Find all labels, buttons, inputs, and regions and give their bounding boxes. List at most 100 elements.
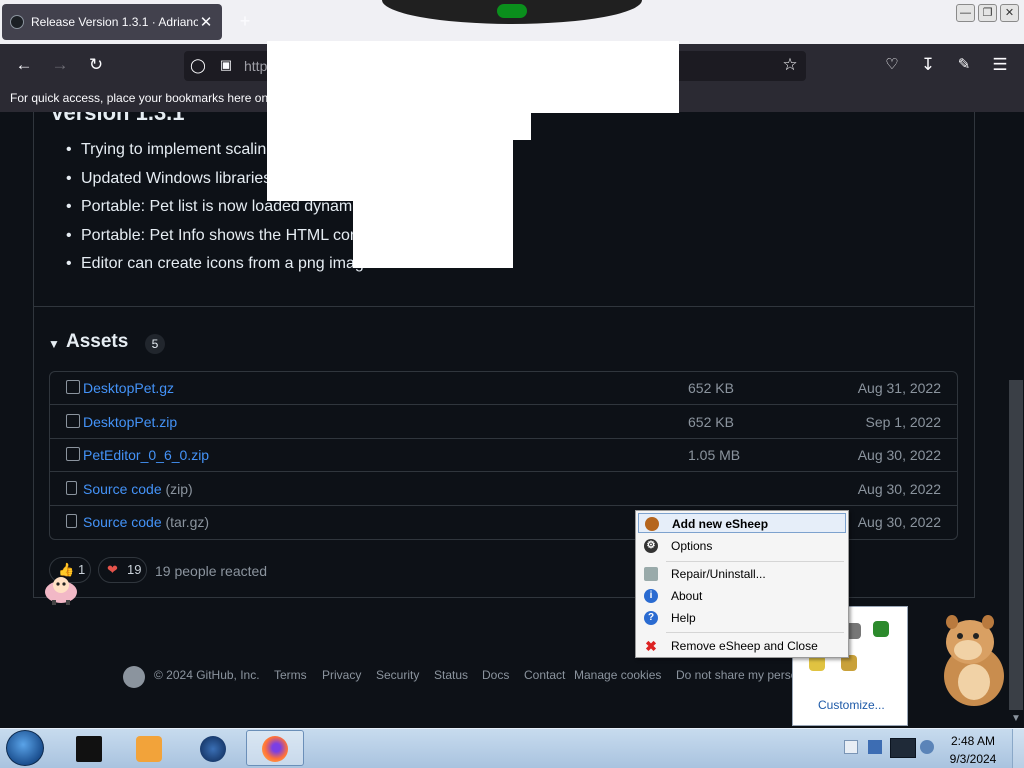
volume-icon[interactable] xyxy=(920,740,934,754)
asset-link[interactable]: PetEditor_0_6_0.zip xyxy=(83,447,209,463)
asset-row: Source code (zip) Aug 30, 2022 xyxy=(50,473,957,506)
menu-item-remove-and-close[interactable]: ✖ Remove eSheep and Close xyxy=(638,636,846,656)
system-tray xyxy=(840,732,938,764)
forward-arrow-icon[interactable]: → xyxy=(48,53,72,77)
shield-icon[interactable]: ◯ xyxy=(186,53,210,77)
hamster-desktop-pet[interactable] xyxy=(930,608,1010,708)
reaction-count: 19 xyxy=(127,562,142,577)
asset-link[interactable]: DesktopPet.gz xyxy=(83,380,174,396)
asset-link[interactable]: Source code (tar.gz) xyxy=(83,514,209,530)
menu-item-help[interactable]: ? Help xyxy=(638,608,846,628)
menu-item-add-new-esheep[interactable]: Add new eSheep xyxy=(638,513,846,533)
bookmarks-hint: For quick access, place your bookmarks h… xyxy=(10,91,275,105)
asset-link[interactable]: DesktopPet.zip xyxy=(83,414,177,430)
menu-item-label: Repair/Uninstall... xyxy=(671,567,766,581)
github-favicon-icon xyxy=(10,15,24,29)
scroll-down-arrow-icon[interactable]: ▼ xyxy=(1008,711,1024,727)
close-window-button[interactable]: ✕ xyxy=(1000,4,1019,22)
asset-row: DesktopPet.zip 652 KB Sep 1, 2022 xyxy=(50,406,957,439)
download-icon[interactable]: ↧ xyxy=(916,53,940,77)
network-icon[interactable] xyxy=(868,740,882,754)
green-gadget-icon xyxy=(497,4,527,18)
show-desktop-button[interactable] xyxy=(1012,729,1024,768)
asset-date: Aug 30, 2022 xyxy=(857,447,941,463)
firefox-icon xyxy=(262,736,288,762)
tab-close-icon[interactable]: ✕ xyxy=(198,13,214,31)
scrollbar-thumb[interactable] xyxy=(1009,380,1023,710)
start-button[interactable] xyxy=(6,730,44,766)
esheep-desktop-pet[interactable] xyxy=(42,572,80,606)
footer-link-do-not-share[interactable]: Do not share my perso xyxy=(676,668,797,682)
package-icon xyxy=(66,447,80,461)
tray-overflow-icon[interactable] xyxy=(844,740,858,754)
release-note-item: Portable: Pet Info shows the HTML com xyxy=(66,227,363,245)
asset-date: Aug 30, 2022 xyxy=(857,481,941,497)
asset-size: 652 KB xyxy=(688,414,734,430)
asset-link[interactable]: Source code (zip) xyxy=(83,481,193,497)
sheep-icon xyxy=(645,517,659,531)
tab-title: Release Version 1.3.1 · Adrianot xyxy=(31,15,198,29)
assets-heading[interactable]: Assets xyxy=(66,331,128,353)
info-icon: i xyxy=(644,589,658,603)
file-zip-icon xyxy=(66,514,77,528)
asset-size: 652 KB xyxy=(688,380,734,396)
caret-down-icon[interactable]: ▼ xyxy=(48,337,60,351)
footer-link-privacy[interactable]: Privacy xyxy=(322,668,361,682)
divider xyxy=(34,306,974,307)
footer-link-terms[interactable]: Terms xyxy=(274,668,307,682)
footer-link-manage-cookies[interactable]: Manage cookies xyxy=(574,668,661,682)
footer-link-status[interactable]: Status xyxy=(434,668,468,682)
reactions-summary: 19 people reacted xyxy=(155,563,268,579)
gear-icon: ⚙ xyxy=(644,539,658,553)
package-icon xyxy=(66,380,80,394)
footer-link-contact[interactable]: Contact xyxy=(524,668,565,682)
menu-item-label: Remove eSheep and Close xyxy=(671,639,818,653)
bookmark-star-icon[interactable]: ☆ xyxy=(778,53,802,77)
redacted-region xyxy=(267,112,531,140)
redacted-region xyxy=(353,200,513,268)
terminal-icon xyxy=(76,736,102,762)
redacted-region xyxy=(267,41,679,113)
menu-item-repair-uninstall[interactable]: Repair/Uninstall... xyxy=(638,564,846,584)
menu-item-about[interactable]: i About xyxy=(638,586,846,606)
clock-date[interactable]: 9/3/2024 xyxy=(940,752,1006,766)
globe-icon xyxy=(200,736,226,762)
reload-icon[interactable]: ↻ xyxy=(84,53,108,77)
browser-tab[interactable]: Release Version 1.3.1 · Adrianot ✕ xyxy=(2,4,222,40)
esheep-tray-icon[interactable] xyxy=(873,621,889,637)
release-heading: Version 1.3.1 xyxy=(50,112,185,125)
menu-item-options[interactable]: ⚙ Options xyxy=(638,536,846,556)
lock-icon[interactable]: ▣ xyxy=(214,53,238,77)
minimize-window-button[interactable]: — xyxy=(956,4,975,22)
red-x-icon: ✖ xyxy=(645,638,657,654)
heart-reaction-button[interactable]: ❤ 19 xyxy=(98,557,147,583)
back-arrow-icon[interactable]: ← xyxy=(12,53,36,77)
menu-hamburger-icon[interactable]: ☰ xyxy=(988,53,1012,77)
package-icon xyxy=(66,414,80,428)
restore-window-button[interactable]: ❐ xyxy=(978,4,997,22)
asset-row: PetEditor_0_6_0.zip 1.05 MB Aug 30, 2022 xyxy=(50,439,957,472)
media-player-icon xyxy=(136,736,162,762)
extensions-icon[interactable]: ✎ xyxy=(952,53,976,77)
github-logo-icon[interactable] xyxy=(123,666,145,688)
menu-separator xyxy=(666,561,844,562)
new-tab-button[interactable]: + xyxy=(234,10,256,32)
menu-item-label: Add new eSheep xyxy=(672,517,769,531)
footer-copyright: © 2024 GitHub, Inc. xyxy=(154,668,260,682)
footer-link-docs[interactable]: Docs xyxy=(482,668,509,682)
menu-item-label: Help xyxy=(671,611,696,625)
heart-icon: ❤ xyxy=(107,562,118,577)
footer-link-security[interactable]: Security xyxy=(376,668,419,682)
action-center-icon[interactable] xyxy=(890,738,916,758)
installer-icon xyxy=(644,567,658,581)
pocket-icon[interactable]: ♡ xyxy=(880,53,904,77)
customize-link[interactable]: Customize... xyxy=(818,698,885,712)
asset-date: Aug 30, 2022 xyxy=(857,514,941,530)
url-text[interactable]: http xyxy=(244,58,267,74)
file-zip-icon xyxy=(66,481,77,495)
menu-separator xyxy=(666,632,844,633)
release-note-item: Trying to implement scalin xyxy=(66,141,266,159)
asset-date: Aug 31, 2022 xyxy=(857,380,941,396)
menu-item-label: Options xyxy=(671,539,713,553)
clock-time[interactable]: 2:48 AM xyxy=(940,734,1006,748)
